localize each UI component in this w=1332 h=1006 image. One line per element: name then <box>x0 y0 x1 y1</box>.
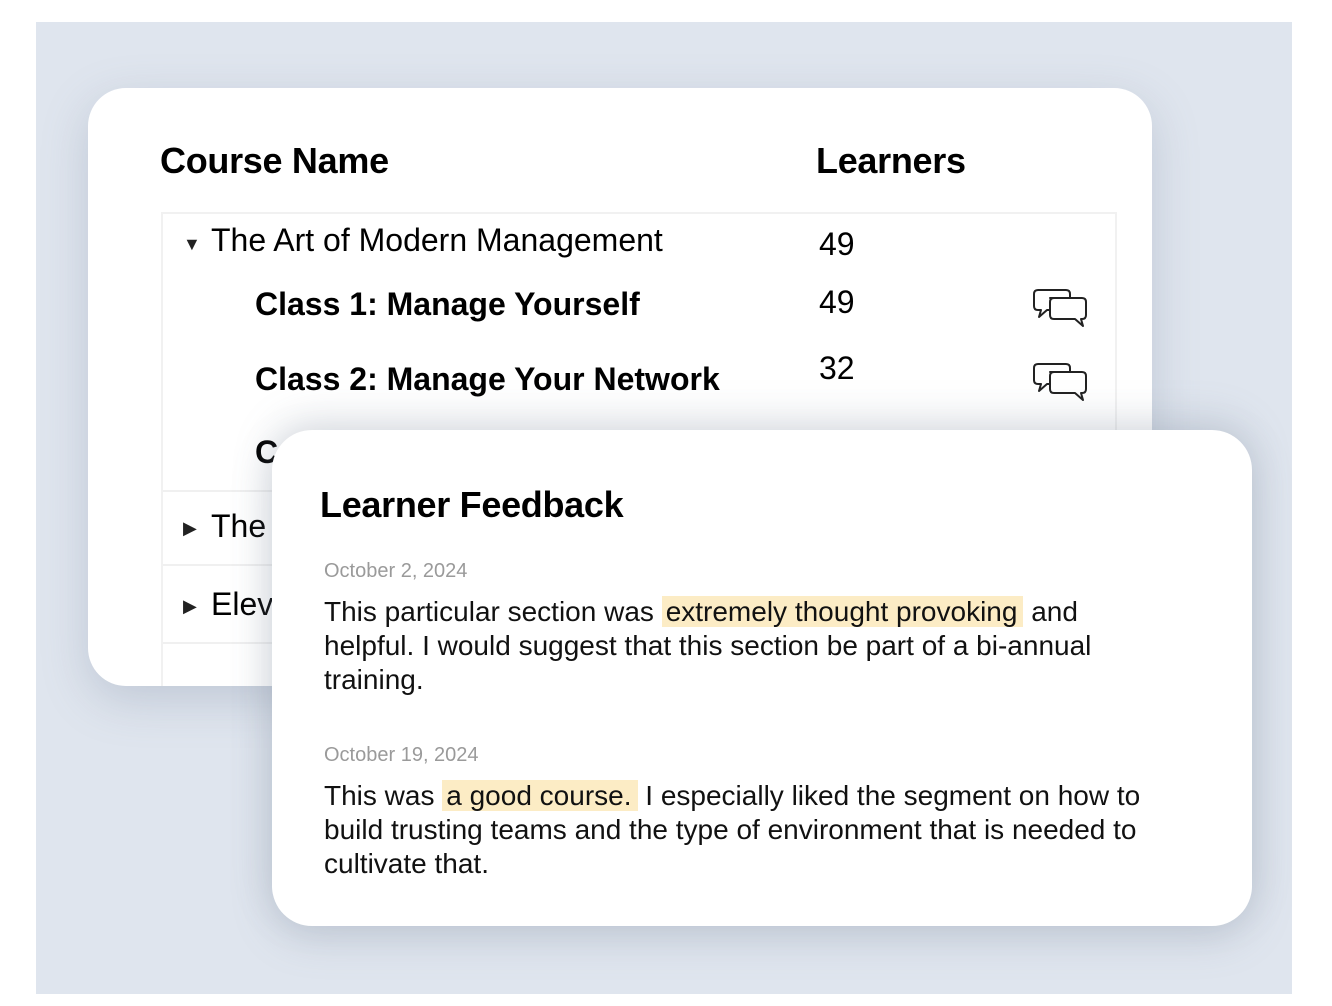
feedback-entry: October 19, 2024 This was a good course.… <box>324 744 1164 881</box>
feedback-text-before: This was <box>324 780 443 811</box>
course-title: The <box>211 508 267 544</box>
caret-right-icon[interactable]: ▶ <box>183 518 197 539</box>
feedback-highlight: extremely thought provoking <box>661 596 1024 627</box>
class-title: Class 2: Manage Your Network <box>255 361 720 397</box>
feedback-title: Learner Feedback <box>320 484 624 525</box>
course-title: The Art of Modern Management <box>211 222 663 258</box>
class-row[interactable]: Class 1: Manage Yourself 49 <box>163 276 1115 348</box>
feedback-date: October 19, 2024 <box>324 744 479 766</box>
learner-count: 49 <box>819 226 855 262</box>
chat-bubbles-icon[interactable] <box>1033 362 1089 402</box>
course-row-art-of-modern-management[interactable]: ▼ The Art of Modern Management 49 <box>163 214 1115 276</box>
learner-count: 49 <box>819 284 855 320</box>
feedback-text: This was a good course. I especially lik… <box>324 779 1164 881</box>
page-backdrop: Course Name Learners ▼ The Art of Modern… <box>36 22 1292 994</box>
class-row[interactable]: Class 2: Manage Your Network 32 <box>163 348 1115 420</box>
learner-count: 32 <box>819 350 855 386</box>
course-name-header: Course Name <box>160 140 389 181</box>
feedback-entry: October 2, 2024 This particular section … <box>324 560 1164 697</box>
learner-feedback-card: Learner Feedback October 2, 2024 This pa… <box>272 430 1252 926</box>
learners-header: Learners <box>816 140 966 181</box>
course-title: Elev <box>211 586 274 622</box>
feedback-text-before: This particular section was <box>324 596 662 627</box>
feedback-date: October 2, 2024 <box>324 560 468 582</box>
caret-right-icon[interactable]: ▶ <box>183 596 197 617</box>
class-title: Class 1: Manage Yourself <box>255 286 640 322</box>
feedback-highlight: a good course. <box>442 780 638 811</box>
caret-down-icon[interactable]: ▼ <box>183 234 201 255</box>
chat-bubbles-icon[interactable] <box>1033 288 1089 328</box>
feedback-text: This particular section was extremely th… <box>324 595 1164 697</box>
